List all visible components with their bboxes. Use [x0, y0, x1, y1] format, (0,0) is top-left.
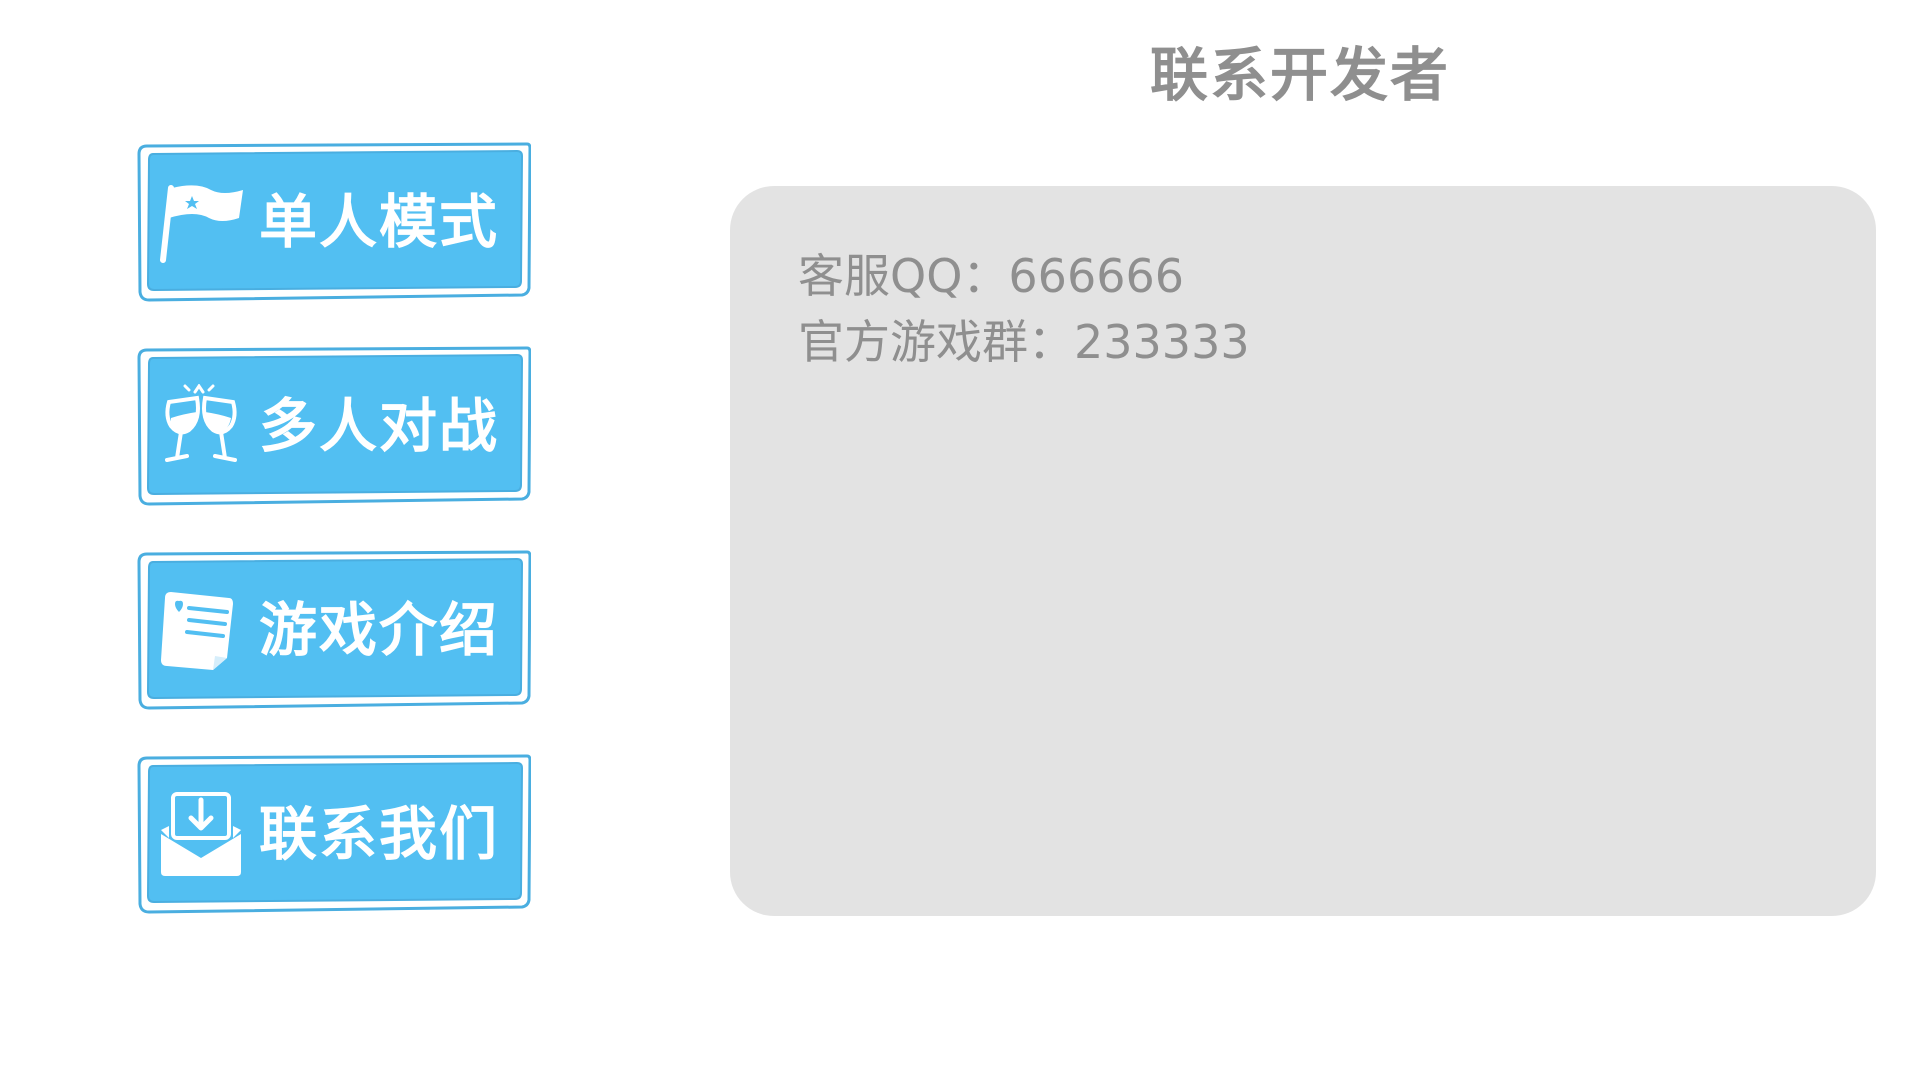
multiplayer-button[interactable]: 多人对战 [137, 346, 531, 506]
official-game-group: 官方游戏群：233333 [798, 315, 1250, 369]
inbox-download-icon [161, 792, 241, 876]
game-intro-button[interactable]: 游戏介绍 [137, 550, 531, 710]
document-icon [161, 592, 233, 670]
contact-us-label: 联系我们 [259, 800, 500, 868]
contact-us-button[interactable]: 联系我们 [137, 754, 531, 914]
contact-developer-screen: 单人模式 多人对战 游戏介绍 联系我们 联系开发者 客服QQ：666666 官方… [0, 0, 1920, 1080]
panel-title: 联系开发者 [1149, 41, 1450, 109]
multiplayer-label: 多人对战 [259, 392, 500, 460]
flag-icon [160, 185, 243, 263]
contact-info-card: 客服QQ：666666 官方游戏群：233333 [730, 186, 1876, 916]
customer-service-qq: 客服QQ：666666 [798, 249, 1185, 303]
single-player-button[interactable]: 单人模式 [137, 142, 531, 302]
cheers-glasses-icon [165, 384, 237, 462]
game-intro-label: 游戏介绍 [259, 596, 500, 664]
single-player-label: 单人模式 [259, 188, 500, 256]
